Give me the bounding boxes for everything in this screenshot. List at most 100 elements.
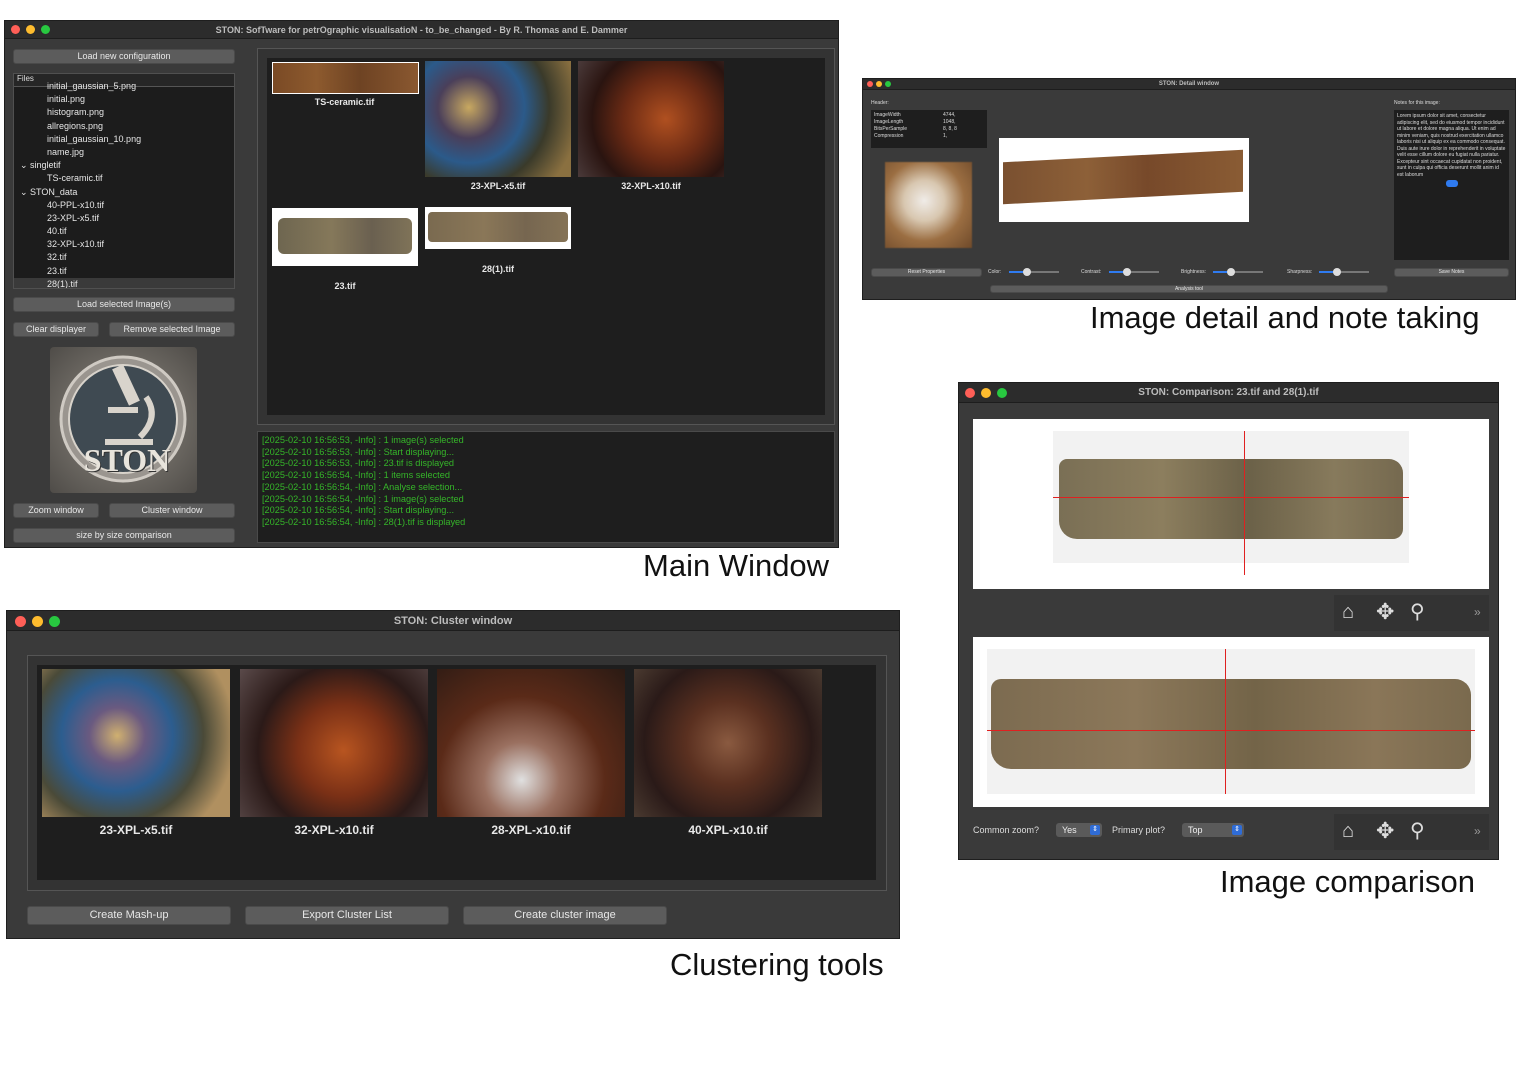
- thumbnail-32-xpl-x10[interactable]: [578, 61, 724, 177]
- close-dot-icon[interactable]: [11, 25, 20, 34]
- log-line: [2025-02-10 16:56:53, -Info] : 23.tif is…: [262, 458, 455, 469]
- zoom-icon[interactable]: ⚲: [1410, 818, 1425, 843]
- home-icon[interactable]: ⌂: [1342, 601, 1354, 624]
- logo-text: STON: [83, 442, 171, 478]
- close-dot-icon[interactable]: [965, 388, 975, 398]
- notes-label: Notes for this image:: [1394, 100, 1440, 106]
- clear-displayer-button[interactable]: Clear displayer: [13, 322, 99, 337]
- chevron-down-icon[interactable]: ⌄: [20, 160, 30, 170]
- brightness-slider[interactable]: [1213, 268, 1263, 276]
- comparison-window-caption: Image comparison: [1220, 864, 1476, 899]
- bottom-plot[interactable]: [973, 637, 1489, 807]
- cluster-image-32-xpl-x10[interactable]: [240, 669, 428, 817]
- tree-file[interactable]: allregions.png: [14, 120, 234, 133]
- detail-window-caption: Image detail and note taking: [1090, 300, 1480, 335]
- more-icon[interactable]: »: [1474, 605, 1481, 619]
- tree-folder[interactable]: ⌄ singletif: [14, 159, 234, 172]
- primary-plot-select[interactable]: Top ⇕: [1182, 823, 1244, 837]
- file-tree[interactable]: Files initial_gaussian_5.png initial.png h…: [13, 73, 235, 289]
- save-notes-button[interactable]: Save Notes: [1394, 268, 1509, 277]
- zoom-dot-icon[interactable]: [49, 616, 60, 627]
- thumbnail-28-1[interactable]: [425, 207, 571, 249]
- tree-item-label: 32.tif: [47, 252, 67, 263]
- minimize-dot-icon[interactable]: [981, 388, 991, 398]
- zoom-dot-icon[interactable]: [41, 25, 50, 34]
- load-selected-images-button[interactable]: Load selected Image(s): [13, 297, 235, 312]
- cluster-image-40-xpl-x10[interactable]: [634, 669, 822, 817]
- tree-file[interactable]: initial_gaussian_10.png: [14, 133, 234, 146]
- window-controls: [965, 388, 1007, 398]
- log-line: [2025-02-10 16:56:53, -Info] : 1 image(s…: [262, 435, 464, 445]
- export-cluster-list-button[interactable]: Export Cluster List: [245, 906, 449, 925]
- minimize-dot-icon[interactable]: [26, 25, 35, 34]
- thumbnail-23-xpl-x5[interactable]: [425, 61, 571, 177]
- comparison-window: STON: Comparison: 23.tif and 28(1).tif ⌂…: [958, 382, 1499, 860]
- notes-edit-icon[interactable]: [1445, 180, 1458, 187]
- window-controls: [15, 616, 60, 627]
- header-value: 4744,: [943, 112, 956, 118]
- close-dot-icon[interactable]: [15, 616, 26, 627]
- tree-file[interactable]: 28(1).tif: [14, 277, 234, 288]
- contrast-slider[interactable]: [1109, 268, 1159, 276]
- log-console: [2025-02-10 16:56:53, -Info] : 1 image(s…: [257, 431, 835, 543]
- load-configuration-button[interactable]: Load new configuration: [13, 49, 235, 64]
- detail-window: STON: Detail window Header: ImageWidth Im…: [862, 78, 1516, 300]
- thumbnail-label: 28(1).tif: [481, 264, 514, 274]
- more-icon[interactable]: »: [1474, 824, 1481, 838]
- thumbnail-23[interactable]: [272, 208, 418, 266]
- tree-file[interactable]: 32.tif: [14, 251, 234, 264]
- cluster-window-button[interactable]: Cluster window: [109, 503, 235, 518]
- cluster-window-title: STON: Cluster window: [393, 615, 513, 627]
- cluster-image-28-xpl-x10[interactable]: [437, 669, 625, 817]
- cluster-grid: 23-XPL-x5.tif 32-XPL-x10.tif 28-XPL-x10.…: [37, 665, 876, 880]
- header-table: ImageWidth ImageLength BitsPerSample Compre…: [871, 110, 987, 148]
- pan-icon[interactable]: ✥: [1376, 818, 1394, 844]
- tree-item-label: histogram.png: [47, 107, 105, 118]
- tree-file[interactable]: 40.tif: [14, 225, 234, 238]
- cluster-image-23-xpl-x5[interactable]: [42, 669, 230, 817]
- minimize-dot-icon[interactable]: [876, 81, 882, 87]
- analysis-tool-button[interactable]: Analysis tool: [990, 285, 1388, 293]
- tree-file[interactable]: 23.tif: [14, 265, 234, 278]
- tree-file[interactable]: 23-XPL-x5.tif: [14, 212, 234, 225]
- tree-file[interactable]: histogram.png: [14, 106, 234, 119]
- crosshair-vertical: [1225, 649, 1226, 794]
- minimize-dot-icon[interactable]: [32, 616, 43, 627]
- notes-textarea[interactable]: Lorem ipsum dolor sit amet, consectetur …: [1394, 110, 1509, 260]
- chevron-down-icon[interactable]: ⌄: [20, 187, 30, 197]
- pan-icon[interactable]: ✥: [1376, 599, 1394, 625]
- tree-file[interactable]: name.jpg: [14, 146, 234, 159]
- top-plot-toolbar: ⌂ ✥ ⚲ »: [1334, 595, 1489, 631]
- crosshair-horizontal: [1053, 497, 1409, 498]
- tree-item-label: 23.tif: [47, 265, 67, 276]
- file-tree-items: initial_gaussian_5.png initial.png histogr…: [14, 80, 234, 288]
- tree-file[interactable]: initial.png: [14, 93, 234, 106]
- remove-selected-image-button[interactable]: Remove selected Image: [109, 322, 235, 337]
- primary-plot-label: Primary plot?: [1112, 825, 1166, 835]
- tree-item-label: 23-XPL-x5.tif: [47, 212, 100, 223]
- zoom-icon[interactable]: ⚲: [1410, 599, 1425, 624]
- create-cluster-image-button[interactable]: Create cluster image: [463, 906, 667, 925]
- sharpness-slider[interactable]: [1319, 268, 1369, 276]
- tree-folder[interactable]: ⌄ STON_data: [14, 186, 234, 199]
- tree-file[interactable]: 32-XPL-x10.tif: [14, 238, 234, 251]
- tree-item-label: initial_gaussian_10.png: [47, 133, 142, 144]
- tree-file[interactable]: initial_gaussian_5.png: [14, 80, 234, 93]
- home-icon[interactable]: ⌂: [1342, 820, 1354, 843]
- zoom-dot-icon[interactable]: [885, 81, 891, 87]
- zoom-preview: [885, 162, 972, 248]
- reset-properties-button[interactable]: Reset Properties: [871, 268, 982, 277]
- create-mashup-button[interactable]: Create Mash-up: [27, 906, 231, 925]
- tree-file[interactable]: TS-ceramic.tif: [14, 172, 234, 185]
- top-plot[interactable]: [973, 419, 1489, 589]
- size-comparison-button[interactable]: size by size comparison: [13, 528, 235, 543]
- zoom-dot-icon[interactable]: [997, 388, 1007, 398]
- tree-file[interactable]: 40-PPL-x10.tif: [14, 199, 234, 212]
- header-value: 1,: [943, 133, 948, 139]
- color-slider[interactable]: [1009, 268, 1059, 276]
- thumbnail-ts-ceramic[interactable]: [272, 62, 419, 94]
- zoom-window-button[interactable]: Zoom window: [13, 503, 99, 518]
- common-zoom-select[interactable]: Yes ⇕: [1056, 823, 1102, 837]
- window-controls: [11, 25, 50, 34]
- close-dot-icon[interactable]: [867, 81, 873, 87]
